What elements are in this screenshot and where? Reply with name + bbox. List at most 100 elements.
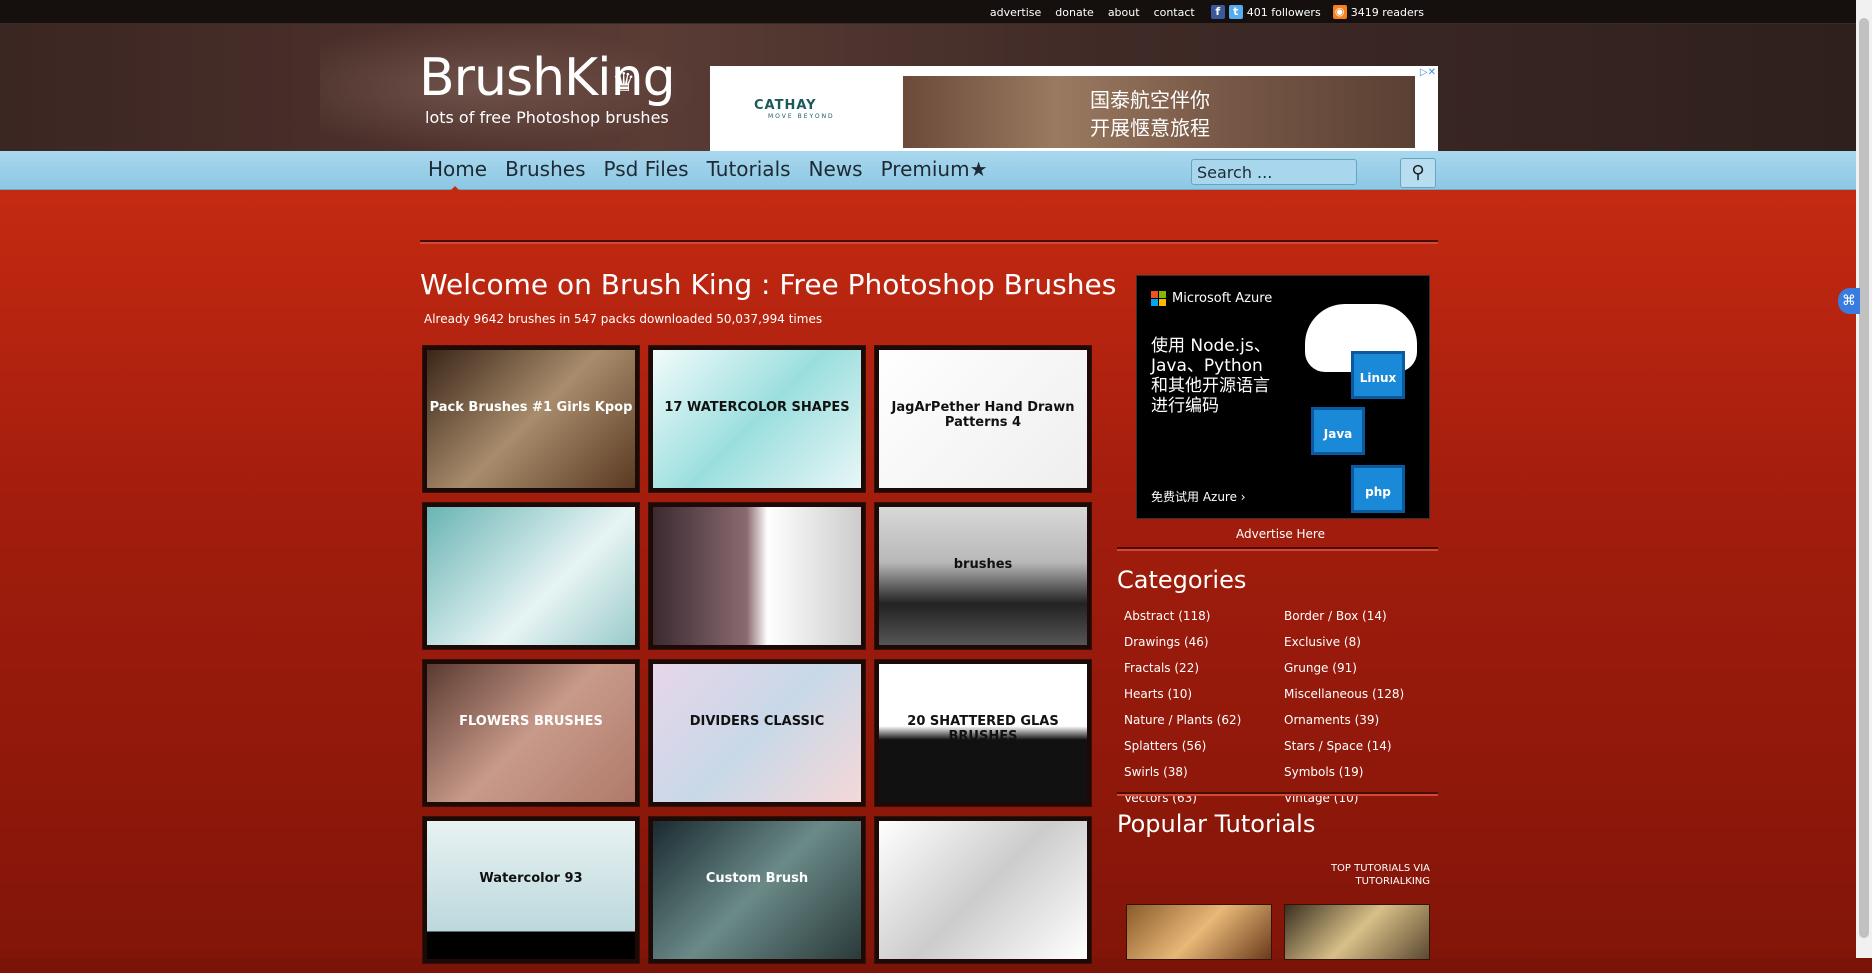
brush-pack-label: FLOWERS BRUSHES	[459, 714, 603, 729]
top-links: advertise donate about contact f t 401 f…	[976, 5, 1424, 19]
main-nav: Home Brushes Psd Files Tutorials News Pr…	[0, 151, 1856, 193]
site-header: BrushKing lots of free Photoshop brushes…	[0, 24, 1856, 156]
nav-brushes[interactable]: Brushes	[505, 157, 585, 181]
category-link[interactable]: Fractals (22)	[1124, 661, 1284, 687]
brush-pack-image: 17 WATERCOLOR SHAPES	[653, 350, 861, 488]
brush-pack-label: JagArPether Hand Drawn Patterns 4	[891, 400, 1075, 430]
nav-psd-files[interactable]: Psd Files	[604, 157, 689, 181]
stats-text: Already 9642 brushes in 547 packs downlo…	[424, 312, 823, 326]
brush-pack-thumb[interactable]: DIVIDERS CLASSIC	[648, 659, 866, 807]
brush-pack-label: 20 SHATTERED GLAS BRUSHES	[907, 714, 1059, 744]
advertise-link[interactable]: advertise	[990, 6, 1041, 19]
category-link[interactable]: Grunge (91)	[1284, 661, 1444, 687]
ad-brand-sub: MOVE BEYOND	[768, 113, 835, 120]
category-link[interactable]: Symbols (19)	[1284, 765, 1444, 791]
logo-tagline: lots of free Photoshop brushes	[425, 108, 669, 127]
brush-pack-image: 20 SHATTERED GLAS BRUSHES	[879, 664, 1087, 802]
category-link[interactable]: Swirls (38)	[1124, 765, 1284, 791]
category-link[interactable]: Stars / Space (14)	[1284, 739, 1444, 765]
brush-pack-image: DIVIDERS CLASSIC	[653, 664, 861, 802]
brush-grid: Pack Brushes #1 Girls Kpop 17 WATERCOLOR …	[422, 345, 1100, 973]
about-link[interactable]: about	[1108, 6, 1140, 19]
page-scrollbar[interactable]	[1856, 0, 1872, 958]
ad-brand-name: CATHAY	[754, 98, 817, 113]
brush-pack-thumb[interactable]	[422, 502, 640, 650]
brush-pack-image	[427, 507, 635, 645]
brush-pack-image	[653, 507, 861, 645]
donate-link[interactable]: donate	[1055, 6, 1094, 19]
floating-shortcut-icon[interactable]: ⌘	[1838, 288, 1860, 314]
star-icon: ★	[969, 157, 988, 181]
category-link[interactable]: Exclusive (8)	[1284, 635, 1444, 661]
ad-cta-label: 免费试用 Azure	[1151, 490, 1237, 504]
nav-list: Home Brushes Psd Files Tutorials News Pr…	[428, 157, 1006, 193]
ad-close-icon[interactable]: ▷✕	[1420, 67, 1436, 78]
brush-pack-image: Pack Brushes #1 Girls Kpop	[427, 350, 635, 488]
azure-brand-name: Microsoft Azure	[1172, 291, 1273, 306]
category-link[interactable]: Hearts (10)	[1124, 687, 1284, 713]
brush-pack-thumb[interactable]: 17 WATERCOLOR SHAPES	[648, 345, 866, 493]
category-link[interactable]: Nature / Plants (62)	[1124, 713, 1284, 739]
linux-tile: Linux	[1351, 351, 1405, 399]
brush-pack-label: DIVIDERS CLASSIC	[689, 714, 825, 729]
popular-tutorials-thumbs	[1126, 904, 1430, 960]
ad-line-2: 开展惬意旅程	[1090, 116, 1210, 140]
ad-text: 使用 Node.js、Java、Python 和其他开源语言进行编码	[1151, 336, 1271, 416]
search-input[interactable]: Search ...	[1191, 159, 1357, 185]
brush-pack-label: brushes	[953, 557, 1013, 572]
category-link[interactable]: Ornaments (39)	[1284, 713, 1444, 739]
brush-pack-thumb[interactable]	[648, 502, 866, 650]
category-link[interactable]: Splatters (56)	[1124, 739, 1284, 765]
header-ad[interactable]: CATHAY MOVE BEYOND 国泰航空伴你 开展惬意旅程 ▷✕	[710, 66, 1438, 156]
brush-pack-label: Custom Brush	[705, 871, 809, 886]
popular-tutorials-via-link[interactable]: TOP TUTORIALS VIA TUTORIALKING	[1310, 862, 1430, 888]
category-link[interactable]: Miscellaneous (128)	[1284, 687, 1444, 713]
page-title: Welcome on Brush King : Free Photoshop B…	[420, 268, 1117, 301]
brush-pack-thumb[interactable]: Custom Brush	[648, 816, 866, 964]
brush-pack-image: FLOWERS BRUSHES	[427, 664, 635, 802]
categories-list: Abstract (118) Border / Box (14) Drawings …	[1124, 609, 1444, 817]
brush-pack-thumb[interactable]: Watercolor 93	[422, 816, 640, 964]
php-tile: php	[1351, 465, 1405, 513]
category-link[interactable]: Abstract (118)	[1124, 609, 1284, 635]
ad-line-1: 国泰航空伴你	[1090, 88, 1210, 112]
sidebar-ad[interactable]: Microsoft Azure Linux Java php 使用 Node.j…	[1136, 275, 1430, 519]
advertise-here-link[interactable]: Advertise Here	[1236, 527, 1325, 541]
facebook-icon[interactable]: f	[1210, 5, 1225, 19]
readers-count[interactable]: 3419 readers	[1351, 6, 1424, 19]
brush-pack-thumb[interactable]: JagArPether Hand Drawn Patterns 4	[874, 345, 1092, 493]
sidebar-divider	[1117, 547, 1438, 551]
tutorial-thumb[interactable]	[1126, 904, 1272, 960]
twitter-icon[interactable]: t	[1228, 5, 1243, 19]
main-area: Welcome on Brush King : Free Photoshop B…	[0, 190, 1856, 964]
nav-home[interactable]: Home	[428, 157, 487, 193]
ad-copy: 国泰航空伴你 开展惬意旅程	[1090, 86, 1210, 142]
divider	[420, 240, 1438, 244]
followers-count[interactable]: 401 followers	[1247, 6, 1321, 19]
nav-news[interactable]: News	[809, 157, 863, 181]
azure-brand: Microsoft Azure	[1151, 291, 1272, 306]
crown-icon: ♛	[612, 68, 636, 98]
contact-link[interactable]: contact	[1154, 6, 1195, 19]
rss-icon[interactable]: ◉	[1332, 5, 1347, 19]
brush-pack-thumb[interactable]: Pack Brushes #1 Girls Kpop	[422, 345, 640, 493]
top-bar: advertise donate about contact f t 401 f…	[0, 0, 1856, 24]
ad-cta-button[interactable]: 免费试用 Azure ›	[1151, 488, 1246, 505]
magnifier-icon[interactable]: ⚲	[1400, 158, 1436, 188]
brush-pack-thumb[interactable]: FLOWERS BRUSHES	[422, 659, 640, 807]
java-tile: Java	[1311, 407, 1365, 455]
brush-pack-image: brushes	[879, 507, 1087, 645]
brush-pack-thumb[interactable]: 20 SHATTERED GLAS BRUSHES	[874, 659, 1092, 807]
nav-tutorials[interactable]: Tutorials	[707, 157, 791, 181]
brush-pack-image	[879, 821, 1087, 959]
site-logo[interactable]: BrushKing lots of free Photoshop brushes	[419, 50, 676, 127]
tutorial-thumb[interactable]	[1284, 904, 1430, 960]
sidebar-divider	[1117, 792, 1438, 796]
windows-icon	[1151, 291, 1166, 306]
brush-pack-thumb[interactable]	[874, 816, 1092, 964]
category-link[interactable]: Border / Box (14)	[1284, 609, 1444, 635]
category-link[interactable]: Drawings (46)	[1124, 635, 1284, 661]
scrollbar-thumb[interactable]	[1859, 18, 1869, 938]
brush-pack-thumb[interactable]: brushes	[874, 502, 1092, 650]
nav-premium[interactable]: Premium★	[881, 157, 988, 181]
